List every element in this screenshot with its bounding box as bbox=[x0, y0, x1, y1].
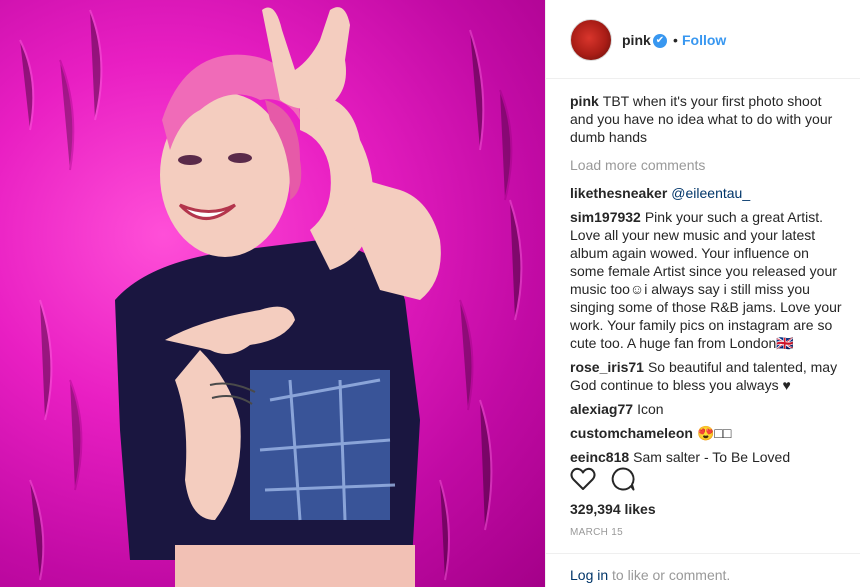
comment-text: Pink your such a great Artist. Love all … bbox=[570, 209, 842, 351]
comment: rose_iris71 So beautiful and talented, ma… bbox=[570, 358, 845, 394]
comment-icon[interactable] bbox=[610, 466, 636, 492]
comment-username[interactable]: sim197932 bbox=[570, 209, 641, 225]
comment: alexiag77 Icon bbox=[570, 400, 845, 418]
comment-username[interactable]: likethesneaker bbox=[570, 185, 667, 201]
load-more-comments-button[interactable]: Load more comments bbox=[570, 156, 845, 174]
follow-button[interactable]: Follow bbox=[682, 32, 726, 48]
comment-text: Sam salter - To Be Loved bbox=[633, 449, 791, 465]
caption-username[interactable]: pink bbox=[570, 93, 599, 109]
comment-username[interactable]: customchameleon bbox=[570, 425, 693, 441]
comment: eeinc818 Sam salter - To Be Loved bbox=[570, 448, 845, 466]
caption-text: TBT when it's your first photo shoot and… bbox=[570, 93, 833, 145]
heart-icon[interactable] bbox=[570, 466, 596, 492]
post-footer: Log in to like or comment. bbox=[546, 553, 860, 587]
login-prompt: Log in to like or comment. bbox=[570, 567, 730, 583]
comment-text: Icon bbox=[637, 401, 664, 417]
login-prompt-text: to like or comment. bbox=[608, 567, 731, 583]
username[interactable]: pink bbox=[622, 32, 651, 48]
post-date: MARCH 15 bbox=[570, 527, 623, 538]
comment: sim197932 Pink your such a great Artist. … bbox=[570, 208, 845, 352]
comments-list: pink TBT when it's your first photo shoot… bbox=[570, 92, 845, 472]
comment-text: 😍□□ bbox=[696, 425, 732, 441]
likes-count[interactable]: 329,394 likes bbox=[570, 501, 656, 517]
post-actions bbox=[570, 466, 837, 496]
post-header: pink ✔ • Follow bbox=[546, 0, 860, 79]
comment-username[interactable]: eeinc818 bbox=[570, 449, 629, 465]
verified-badge-icon: ✔ bbox=[653, 34, 667, 48]
comment: customchameleon 😍□□ bbox=[570, 424, 845, 442]
post-caption: pink TBT when it's your first photo shoot… bbox=[570, 92, 845, 146]
comment-username[interactable]: alexiag77 bbox=[570, 401, 633, 417]
comment: likethesneaker @eileentau_ bbox=[570, 184, 845, 202]
separator-dot: • bbox=[673, 32, 678, 48]
post-photo[interactable] bbox=[0, 0, 545, 587]
login-link[interactable]: Log in bbox=[570, 567, 608, 583]
photo-image bbox=[19, 7, 523, 587]
comment-username[interactable]: rose_iris71 bbox=[570, 359, 644, 375]
post-panel: pink ✔ • Follow pink TBT when it's your f… bbox=[545, 0, 860, 587]
comment-mention[interactable]: @eileentau_ bbox=[671, 185, 750, 201]
avatar[interactable] bbox=[570, 19, 612, 61]
